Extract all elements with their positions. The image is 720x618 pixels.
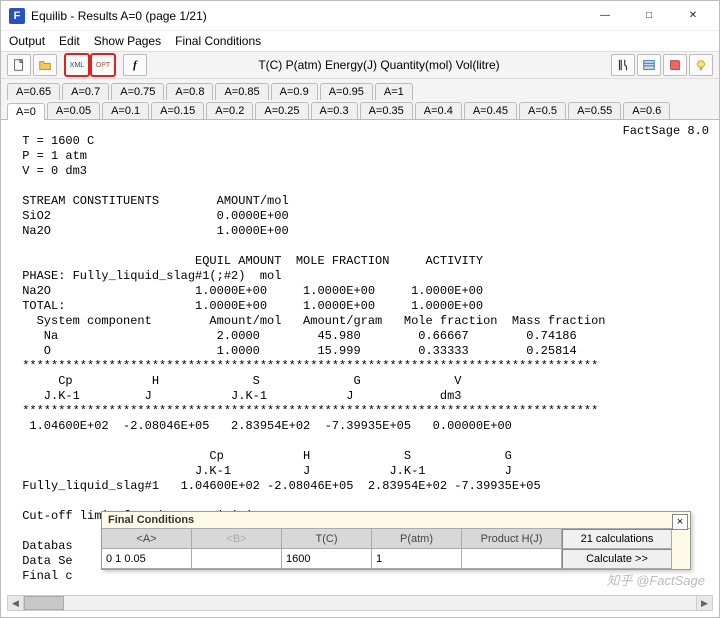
fc-input-p[interactable]: 1 (372, 549, 462, 569)
cutlery-icon (616, 58, 630, 72)
tab-A-0-5[interactable]: A=0.5 (519, 102, 566, 119)
scroll-thumb[interactable] (24, 596, 64, 610)
tab-A-0-6[interactable]: A=0.6 (623, 102, 670, 119)
tab-A-0-85[interactable]: A=0.85 (215, 83, 268, 100)
final-conditions-panel: Final Conditions × <A> <B> T(C) P(atm) P… (101, 511, 691, 570)
toolbar: XML OPT f T(C) P(atm) Energy(J) Quantity… (1, 51, 719, 79)
open-button[interactable] (33, 54, 57, 76)
menu-show-pages[interactable]: Show Pages (94, 34, 161, 48)
window-title: Equilib - Results A=0 (page 1/21) (31, 9, 583, 23)
lightbulb-icon (694, 58, 708, 72)
fc-input-b[interactable] (192, 549, 282, 569)
tab-A-0[interactable]: A=0 (7, 103, 45, 120)
tab-A-0-15[interactable]: A=0.15 (151, 102, 204, 119)
function-icon: f (133, 59, 137, 71)
tab-A-0-75[interactable]: A=0.75 (111, 83, 164, 100)
new-file-icon (12, 58, 26, 72)
xml-button[interactable]: XML (65, 54, 89, 76)
scroll-left-arrow-icon[interactable]: ◀ (8, 596, 24, 610)
final-conditions-title: Final Conditions (102, 512, 690, 528)
tab-A-0-9[interactable]: A=0.9 (271, 83, 318, 100)
tab-A-0-25[interactable]: A=0.25 (255, 102, 308, 119)
folder-open-icon (38, 58, 52, 72)
maximize-button[interactable]: □ (627, 2, 671, 30)
tab-A-0-95[interactable]: A=0.95 (320, 83, 373, 100)
tab-A-0-55[interactable]: A=0.55 (568, 102, 621, 119)
factsage-version-label: FactSage 8.0 (623, 124, 709, 138)
horizontal-scrollbar[interactable]: ◀ ▶ (7, 595, 713, 611)
book-icon (668, 58, 682, 72)
scroll-right-arrow-icon[interactable]: ▶ (696, 596, 712, 610)
unit-label: T(C) P(atm) Energy(J) Quantity(mol) Vol(… (149, 58, 609, 72)
list-icon (642, 58, 656, 72)
app-icon: F (9, 8, 25, 24)
results-pane: FactSage 8.0 T = 1600 C P = 1 atm V = 0 … (1, 120, 719, 596)
tab-A-0-05[interactable]: A=0.05 (47, 102, 100, 119)
fc-input-a[interactable]: 0 1 0.05 (102, 549, 192, 569)
fc-header-b: <B> (192, 529, 282, 549)
tab-A-0-7[interactable]: A=0.7 (62, 83, 109, 100)
tab-A-0-4[interactable]: A=0.4 (415, 102, 462, 119)
fc-header-product[interactable]: Product H(J) (462, 529, 562, 549)
menu-output[interactable]: Output (9, 34, 45, 48)
tab-A-0-1[interactable]: A=0.1 (102, 102, 149, 119)
menu-final-conditions[interactable]: Final Conditions (175, 34, 261, 48)
tool-right-2[interactable] (637, 54, 661, 76)
tab-A-0-2[interactable]: A=0.2 (206, 102, 253, 119)
tool-right-4[interactable] (689, 54, 713, 76)
new-button[interactable] (7, 54, 31, 76)
close-button[interactable]: ✕ (671, 2, 715, 30)
tool-right-1[interactable] (611, 54, 635, 76)
fc-input-product[interactable] (462, 549, 562, 569)
tab-strip: A=0.65A=0.7A=0.75A=0.8A=0.85A=0.9A=0.95A… (1, 79, 719, 120)
tab-A-0-3[interactable]: A=0.3 (311, 102, 358, 119)
tab-A-0-8[interactable]: A=0.8 (166, 83, 213, 100)
minimize-button[interactable]: — (583, 2, 627, 30)
fc-header-a[interactable]: <A> (102, 529, 192, 549)
tab-A-0-45[interactable]: A=0.45 (464, 102, 517, 119)
fc-calc-count[interactable]: 21 calculations (562, 529, 672, 549)
tab-A-0-65[interactable]: A=0.65 (7, 83, 60, 100)
fc-calculate-button[interactable]: Calculate >> (562, 549, 672, 569)
menu-bar: Output Edit Show Pages Final Conditions (1, 31, 719, 51)
tool-right-3[interactable] (663, 54, 687, 76)
opt-button[interactable]: OPT (91, 54, 115, 76)
fc-input-t[interactable]: 1600 (282, 549, 372, 569)
fc-header-p[interactable]: P(atm) (372, 529, 462, 549)
tab-A-1[interactable]: A=1 (375, 83, 413, 100)
fc-header-t[interactable]: T(C) (282, 529, 372, 549)
title-bar: F Equilib - Results A=0 (page 1/21) — □ … (1, 1, 719, 31)
menu-edit[interactable]: Edit (59, 34, 80, 48)
fx-button[interactable]: f (123, 54, 147, 76)
final-conditions-close-button[interactable]: × (672, 514, 688, 530)
tab-A-0-35[interactable]: A=0.35 (360, 102, 413, 119)
